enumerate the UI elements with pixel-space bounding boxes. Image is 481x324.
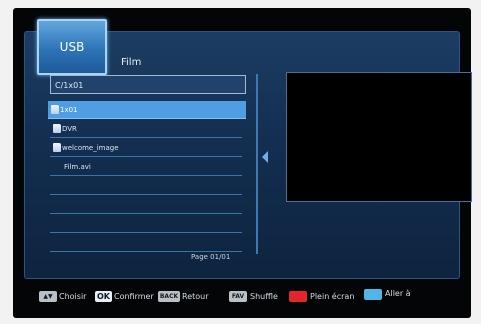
empty-list-row [50,215,242,233]
list-item-label: welcome_image [62,144,119,152]
red-key-icon [289,291,307,302]
pane-divider [256,74,258,254]
usb-source-tab[interactable]: USB [37,19,107,75]
page-indicator: Page 01/01 [191,253,231,261]
list-item-label: Film.avi [64,163,91,171]
preview-pane [286,72,472,202]
empty-list-row [50,196,242,214]
list-item-label: 1x01 [60,106,78,114]
footer-hint-bar: ▲▼ Choisir OK Confirmer BACK Retour FAV … [0,283,481,307]
hint-aller-a: Aller à [364,289,422,303]
back-key-icon: BACK [158,291,180,302]
blue-key-icon [364,289,382,300]
hint-label: Aller à [385,289,411,298]
current-path-field: C/1x01 [50,75,246,94]
list-item-dvr[interactable]: DVR [50,120,242,138]
file-list: 1x01 DVR welcome_image Film.avi [48,101,248,259]
folder-icon [51,105,59,114]
hint-shuffle: FAV Shuffle [229,291,289,303]
fav-key-icon: FAV [229,291,247,302]
usb-tab-label: USB [59,40,85,54]
hint-label: Choisir [59,292,87,301]
empty-list-row [50,177,242,195]
hint-label: Confirmer [114,292,154,301]
list-item-film-avi[interactable]: Film.avi [50,158,242,176]
folder-icon [53,143,61,152]
hint-label: Shuffle [250,292,278,301]
list-item-1x01[interactable]: 1x01 [48,101,246,119]
ok-key-icon: OK [95,291,112,302]
folder-icon [53,124,61,133]
hint-retour: BACK Retour [158,291,216,303]
hint-label: Plein écran [310,292,355,301]
hint-choisir: ▲▼ Choisir [39,291,101,303]
chevron-left-icon [262,151,268,163]
up-down-key-icon: ▲▼ [39,291,57,302]
empty-list-row [50,234,242,252]
list-item-welcome-image[interactable]: welcome_image [50,139,242,157]
hint-plein-ecran: Plein écran [289,291,359,303]
section-title: Film [121,57,142,68]
list-item-label: DVR [62,125,77,133]
hint-label: Retour [182,292,209,301]
hint-confirmer: OK Confirmer [95,291,157,303]
